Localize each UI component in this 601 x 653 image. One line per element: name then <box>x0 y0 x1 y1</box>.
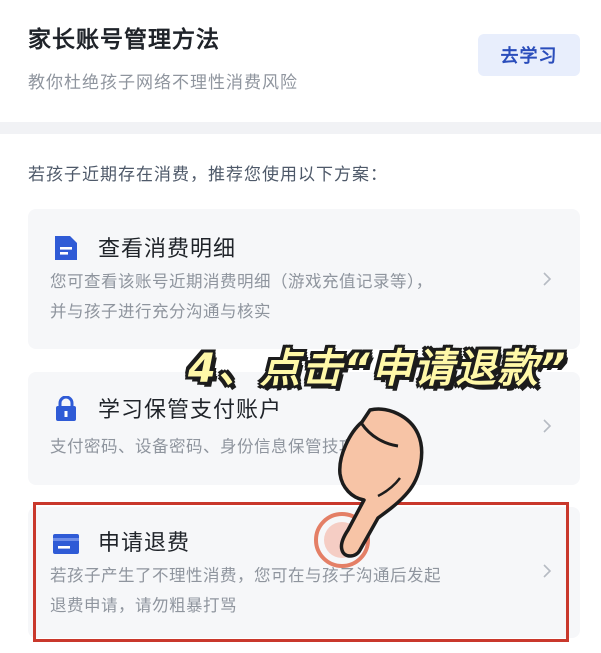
chevron-right-icon <box>540 418 554 433</box>
card-description: 您可查看该账号近期消费明细（游戏充值记录等）， 并与孩子进行充分沟通与核实 <box>50 267 530 327</box>
pointing-hand-icon <box>300 400 440 570</box>
learn-button[interactable]: 去学习 <box>478 34 580 76</box>
card-description: 支付密码、设备密码、身份信息保管技巧 <box>50 432 530 462</box>
view-spending-details-card[interactable]: 查看消费明细 您可查看该账号近期消费明细（游戏充值记录等）， 并与孩子进行充分沟… <box>28 209 580 349</box>
tutorial-step-caption: 4、点击“申请退款” <box>188 346 568 392</box>
card-description-line: 您可查看该账号近期消费明细（游戏充值记录等）， <box>50 272 433 291</box>
card-title: 查看消费明细 <box>98 237 237 262</box>
lock-icon <box>52 395 80 422</box>
chevron-right-icon <box>540 271 554 286</box>
banner-subtitle: 教你杜绝孩子网络不理性消费风险 <box>28 73 298 93</box>
document-icon <box>52 235 80 261</box>
card-description-line: 支付密码、设备密码、身份信息保管技巧 <box>50 437 356 456</box>
card-title: 学习保管支付账户 <box>98 398 283 423</box>
intro-text: 若孩子近期存在消费，推荐您使用以下方案： <box>28 165 388 185</box>
banner-title: 家长账号管理方法 <box>28 27 220 53</box>
account-management-banner: 家长账号管理方法 教你杜绝孩子网络不理性消费风险 去学习 <box>0 0 601 122</box>
card-description-line: 并与孩子进行充分沟通与核实 <box>50 302 271 321</box>
section-divider <box>0 122 601 134</box>
